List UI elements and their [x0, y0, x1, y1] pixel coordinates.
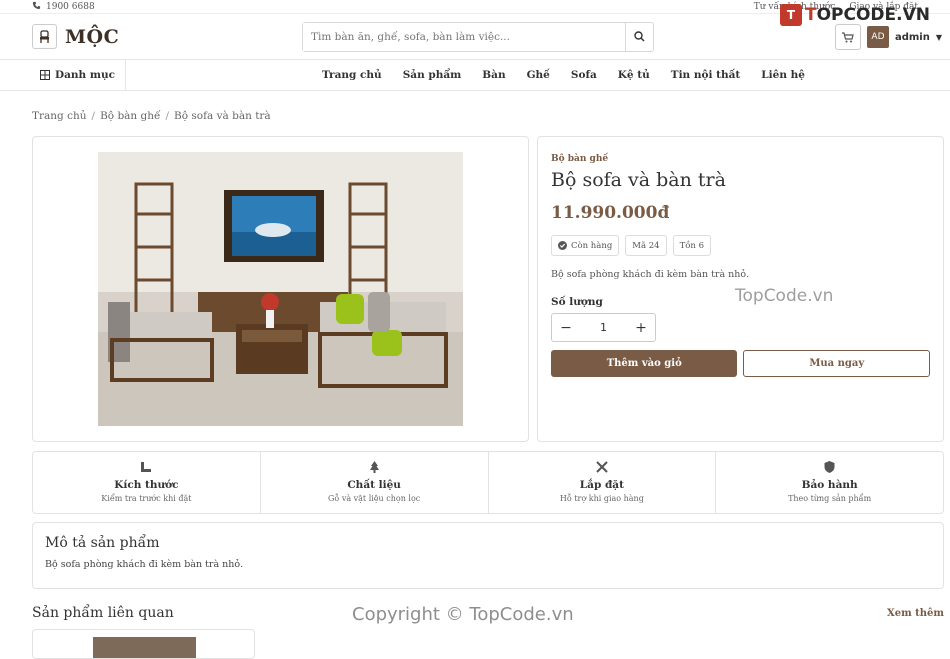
nav-item-products[interactable]: Sản phẩm	[403, 69, 462, 81]
topcode-mark-icon: T	[779, 4, 802, 26]
quantity-increase-button[interactable]: +	[627, 320, 655, 336]
phone-icon	[32, 1, 41, 13]
related-product-card[interactable]	[32, 629, 255, 659]
breadcrumb: Trang chủ / Bộ bàn ghế / Bộ sofa và bàn …	[32, 110, 271, 122]
search-bar	[302, 21, 654, 52]
caret-down-icon[interactable]: ▼	[936, 33, 942, 42]
product-photo[interactable]	[98, 152, 463, 426]
quantity-value[interactable]: 1	[580, 321, 627, 334]
stock-badge: Còn hàng	[551, 235, 620, 256]
feature-size: Kích thước Kiểm tra trước khi đặt	[33, 452, 261, 513]
watermark-center: TopCode.vn	[735, 286, 834, 306]
nav-item-contact[interactable]: Liên hệ	[761, 69, 805, 81]
feature-warranty: Bảo hành Theo từng sản phẩm	[716, 452, 943, 513]
purchase-actions: Thêm vào giỏ Mua ngay	[551, 350, 930, 377]
avatar[interactable]: AD	[866, 26, 889, 48]
breadcrumb-category[interactable]: Bộ bàn ghế	[100, 110, 160, 122]
see-more-link[interactable]: Xem thêm	[887, 608, 944, 619]
feature-strip: Kích thước Kiểm tra trước khi đặt Chất l…	[32, 451, 944, 514]
product-image-card	[32, 136, 529, 442]
grid-icon	[40, 70, 50, 80]
chair-icon	[32, 24, 57, 49]
product-badges: Còn hàng Mã 24 Tồn 6	[551, 235, 930, 256]
feature-material: Chất liệu Gỗ và vật liệu chọn lọc	[261, 452, 489, 513]
phone-number: 1900 6688	[46, 1, 95, 12]
search-input[interactable]	[303, 22, 625, 51]
cart-icon	[841, 31, 854, 42]
search-button[interactable]	[625, 22, 653, 51]
add-to-cart-button[interactable]: Thêm vào giỏ	[551, 350, 738, 377]
related-product-photo[interactable]	[93, 637, 196, 658]
nav-item-sofa[interactable]: Sofa	[571, 69, 597, 81]
nav-item-tables[interactable]: Bàn	[482, 69, 505, 81]
description-heading: Mô tả sản phẩm	[45, 535, 160, 551]
sku-badge: Mã 24	[625, 235, 667, 256]
description-text: Bộ sofa phòng khách đi kèm bàn trà nhỏ.	[45, 559, 244, 570]
product-short-description: Bộ sofa phòng khách đi kèm bàn trà nhỏ.	[551, 269, 750, 280]
brand-name: MỘC	[65, 25, 120, 48]
quantity-decrease-button[interactable]: −	[552, 320, 580, 336]
category-menu-button[interactable]: Danh mục	[32, 59, 126, 91]
inventory-badge: Tồn 6	[672, 235, 712, 256]
main-nav: Danh mục Trang chủ Sản phẩm Bàn Ghế Sofa…	[0, 59, 950, 91]
product-price: 11.990.000đ	[551, 203, 670, 223]
tree-icon	[261, 461, 488, 474]
shield-icon	[716, 461, 943, 474]
user-name[interactable]: admin	[895, 32, 930, 43]
check-circle-icon	[558, 241, 567, 250]
breadcrumb-home[interactable]: Trang chủ	[32, 110, 87, 122]
category-label: Danh mục	[55, 69, 115, 81]
product-title: Bộ sofa và bàn trà	[551, 169, 726, 191]
feature-installation: Lắp đặt Hỗ trợ khi giao hàng	[489, 452, 717, 513]
description-section: Mô tả sản phẩm Bộ sofa phòng khách đi kè…	[32, 522, 944, 589]
buy-now-button[interactable]: Mua ngay	[743, 350, 930, 377]
search-icon	[634, 31, 645, 42]
nav-item-home[interactable]: Trang chủ	[322, 69, 382, 81]
watermark-footer: Copyright © TopCode.vn	[352, 604, 574, 625]
nav-menu: Trang chủ Sản phẩm Bàn Ghế Sofa Kệ tủ Ti…	[322, 69, 826, 81]
ruler-icon	[33, 461, 260, 474]
header-actions: AD admin ▼	[834, 24, 942, 50]
breadcrumb-current: Bộ sofa và bàn trà	[174, 110, 271, 122]
topcode-logo: T TOPCODE.VN	[779, 4, 930, 26]
related-heading: Sản phẩm liên quan	[32, 605, 174, 621]
nav-item-chairs[interactable]: Ghế	[527, 69, 550, 81]
site-header: MỘC AD admin ▼ T TOPCODE.VN	[0, 4, 950, 60]
tools-icon	[489, 461, 716, 474]
nav-item-cabinets[interactable]: Kệ tủ	[618, 69, 650, 81]
product-category[interactable]: Bộ bàn ghế	[551, 154, 930, 164]
cart-button[interactable]	[834, 24, 861, 50]
nav-item-news[interactable]: Tin nội thất	[671, 69, 741, 81]
topcode-logo-text: TOPCODE.VN	[804, 5, 930, 25]
site-logo[interactable]: MỘC	[32, 24, 302, 49]
quantity-stepper: − 1 +	[551, 313, 656, 342]
